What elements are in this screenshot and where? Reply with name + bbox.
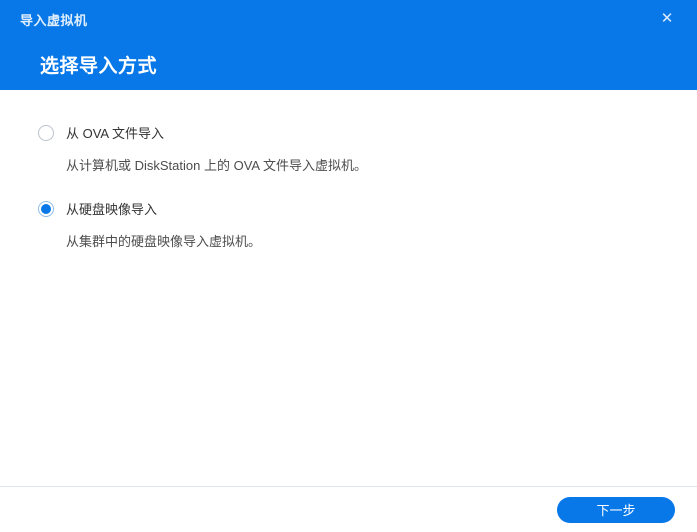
window-title: 导入虚拟机	[20, 13, 88, 28]
dialog-header: 导入虚拟机 ✕ 选择导入方式	[0, 0, 697, 90]
option-label[interactable]: 从硬盘映像导入	[66, 199, 157, 218]
close-icon[interactable]: ✕	[657, 8, 677, 28]
option-description: 从计算机或 DiskStation 上的 OVA 文件导入虚拟机。	[66, 158, 367, 173]
step-title: 选择导入方式	[40, 56, 158, 77]
next-button[interactable]: 下一步	[557, 496, 675, 523]
radio-option-ova[interactable]: 从 OVA 文件导入	[38, 123, 657, 142]
radio-icon[interactable]	[38, 200, 54, 217]
radio-icon[interactable]	[38, 124, 54, 141]
dialog-body: 从 OVA 文件导入 从计算机或 DiskStation 上的 OVA 文件导入…	[0, 90, 697, 486]
radio-option-disk-image[interactable]: 从硬盘映像导入	[38, 199, 657, 218]
import-vm-dialog: 导入虚拟机 ✕ 选择导入方式 从 OVA 文件导入 从计算机或 DiskStat…	[0, 0, 697, 532]
option-group-disk-image: 从硬盘映像导入 从集群中的硬盘映像导入虚拟机。	[38, 199, 657, 251]
option-description: 从集群中的硬盘映像导入虚拟机。	[66, 234, 262, 250]
dialog-footer: 下一步	[0, 486, 697, 532]
option-group-ova: 从 OVA 文件导入 从计算机或 DiskStation 上的 OVA 文件导入…	[38, 123, 657, 175]
option-label[interactable]: 从 OVA 文件导入	[66, 123, 164, 142]
